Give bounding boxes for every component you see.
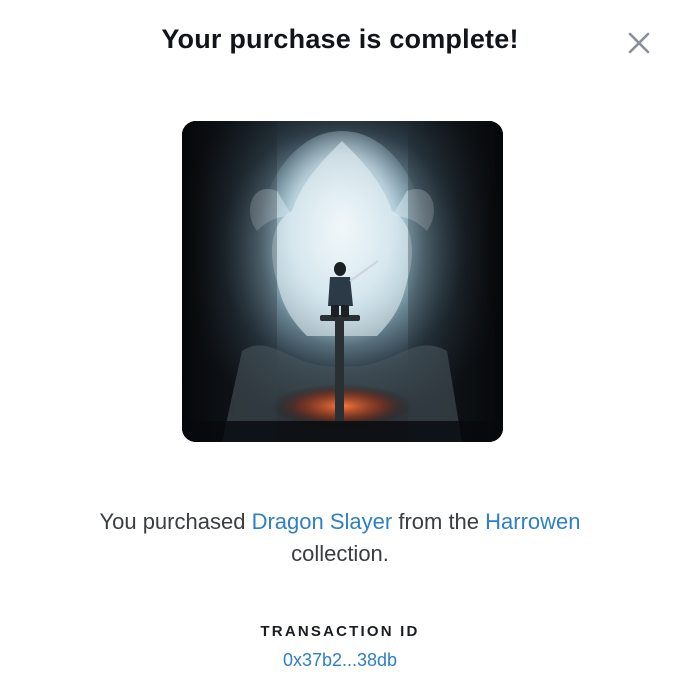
transaction-id-link[interactable]: 0x37b2...38db bbox=[0, 650, 680, 671]
close-button[interactable] bbox=[624, 28, 654, 58]
purchase-message: You purchased Dragon Slayer from the Har… bbox=[40, 506, 640, 570]
message-suffix: collection. bbox=[291, 541, 389, 566]
item-link[interactable]: Dragon Slayer bbox=[252, 509, 393, 534]
message-prefix: You purchased bbox=[99, 509, 246, 534]
nft-artwork-image bbox=[182, 121, 503, 442]
modal-title: Your purchase is complete! bbox=[161, 24, 519, 54]
message-middle: from the bbox=[398, 509, 480, 534]
collection-link[interactable]: Harrowen bbox=[485, 509, 580, 534]
purchase-complete-modal: Your purchase is complete! You purchased… bbox=[0, 0, 680, 680]
transaction-id-label: TRANSACTION ID bbox=[260, 623, 420, 640]
close-icon[interactable] bbox=[628, 32, 650, 54]
